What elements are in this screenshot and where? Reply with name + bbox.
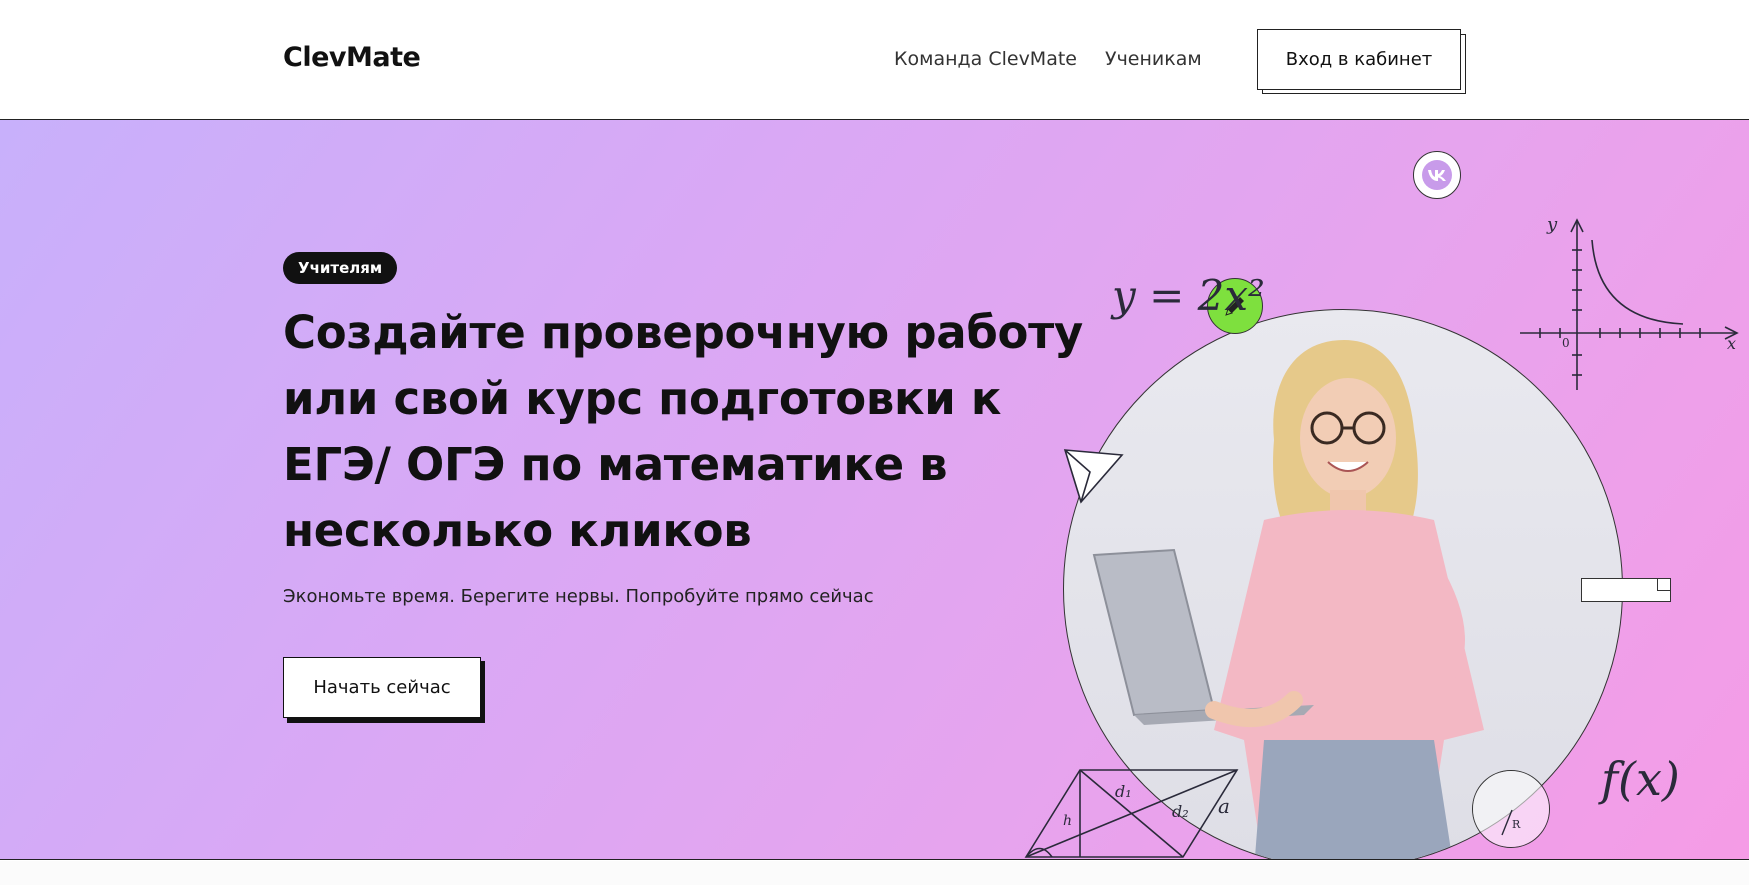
teacher-photo xyxy=(1063,309,1623,859)
login-button[interactable]: Вход в кабинет xyxy=(1257,29,1461,90)
hero-section: Учителям Создайте проверочную работу или… xyxy=(0,120,1749,860)
geometry-label-h: h xyxy=(1063,813,1072,829)
teacher-illustration xyxy=(1092,340,1484,859)
hero-title: Создайте проверочную работу или свой кур… xyxy=(283,306,1083,557)
logo[interactable]: ClevMate xyxy=(283,42,421,73)
graph-y-label: y xyxy=(1546,214,1558,235)
vk-logo-glyph xyxy=(1422,160,1452,190)
site-header: ClevMate Команда ClevMate Ученикам Вход … xyxy=(0,0,1749,120)
graph-origin-label: 0 xyxy=(1562,336,1570,350)
nav-link-team[interactable]: Команда ClevMate xyxy=(894,48,1077,70)
start-button-wrapper: Начать сейчас xyxy=(283,657,485,723)
vk-icon[interactable] xyxy=(1413,151,1461,199)
pencil-icon xyxy=(1207,278,1263,334)
decorative-circle xyxy=(1472,770,1550,848)
nav-link-students[interactable]: Ученикам xyxy=(1105,48,1202,70)
login-button-wrapper: Вход в кабинет xyxy=(1257,29,1466,94)
function-label: f(x) xyxy=(1598,752,1680,806)
graph-x-label: x xyxy=(1727,334,1736,353)
graph-decoration xyxy=(1520,218,1739,390)
start-button[interactable]: Начать сейчас xyxy=(283,657,481,718)
decorative-card xyxy=(1581,578,1671,602)
bottom-strip xyxy=(0,861,1749,885)
hero-subtitle: Экономьте время. Берегите нервы. Попробу… xyxy=(283,586,874,607)
pencil-glyph xyxy=(1225,297,1244,316)
geometry-label-d1: d₁ xyxy=(1115,782,1132,801)
audience-badge: Учителям xyxy=(283,252,398,284)
